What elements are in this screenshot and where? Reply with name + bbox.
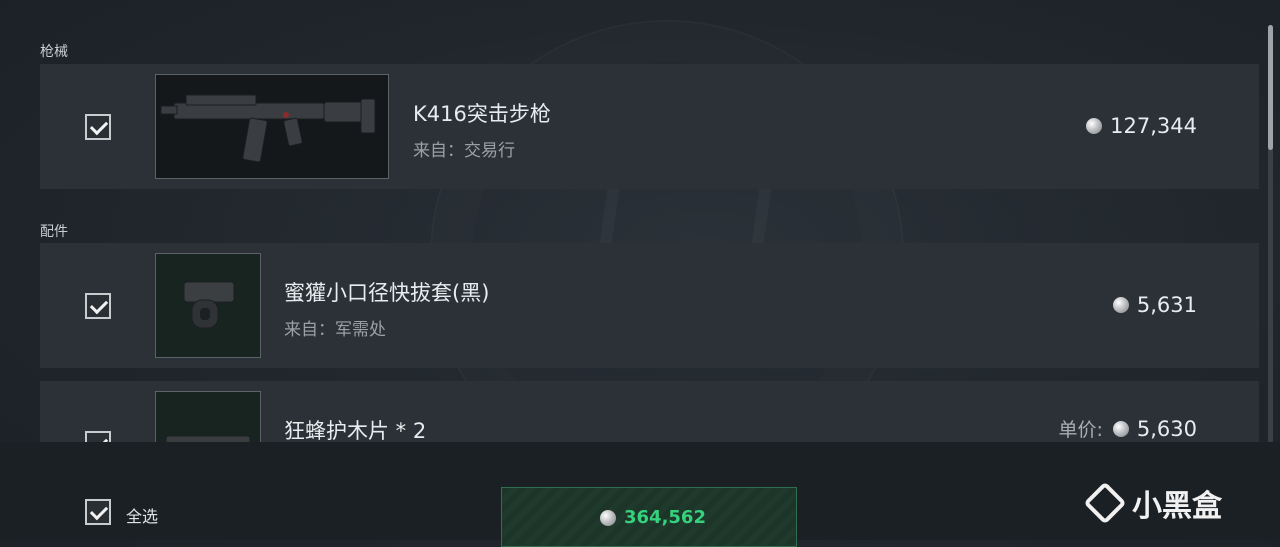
- watermark: 小黑盒: [1083, 481, 1222, 525]
- muzzle-image: [155, 253, 261, 358]
- scrollbar[interactable]: [1268, 25, 1273, 443]
- item-name: 狂蜂护木片 * 2: [284, 419, 427, 442]
- coin-icon: [1112, 420, 1129, 437]
- total-value: 364,562: [624, 507, 706, 528]
- coin-icon: [1086, 118, 1103, 134]
- unit-price-label: 单价:: [1058, 419, 1103, 441]
- list-item[interactable]: 狂蜂护木片 * 2 单价: 5,630: [40, 381, 1259, 442]
- section-label-firearms: 枪械: [40, 44, 68, 60]
- item-source: 来自：军需处: [284, 320, 386, 340]
- purchase-total-button[interactable]: 364,562: [501, 487, 797, 547]
- item-price: 单价: 5,630: [1058, 415, 1197, 442]
- scrollbar-thumb[interactable]: [1268, 25, 1273, 150]
- price-value: 5,631: [1136, 293, 1197, 317]
- select-all-label[interactable]: 全选: [126, 503, 158, 527]
- item-list[interactable]: 枪械 K416突击步枪 来自：交易行 127,344 配件 蜜獾小口径快拔套(黑…: [0, 0, 1280, 442]
- item-price: 127,344: [1086, 114, 1197, 138]
- list-item[interactable]: K416突击步枪 来自：交易行 127,344: [40, 64, 1259, 189]
- item-checkbox[interactable]: [85, 431, 111, 442]
- handguard-image: [155, 391, 261, 442]
- item-checkbox[interactable]: [85, 114, 111, 140]
- heybox-logo-icon: [1083, 481, 1127, 525]
- item-name: K416突击步枪: [413, 102, 551, 126]
- total-price: 364,562: [600, 507, 706, 528]
- price-value: 127,344: [1110, 114, 1197, 138]
- rifle-image: [155, 74, 389, 179]
- item-checkbox[interactable]: [85, 293, 111, 319]
- watermark-text: 小黑盒: [1132, 489, 1222, 524]
- item-name: 蜜獾小口径快拔套(黑): [284, 281, 490, 305]
- coin-icon: [600, 509, 616, 526]
- select-all-checkbox[interactable]: [85, 499, 111, 525]
- price-value: 5,630: [1136, 416, 1197, 441]
- list-item[interactable]: 蜜獾小口径快拔套(黑) 来自：军需处 5,631: [40, 243, 1259, 368]
- item-price: 5,631: [1112, 293, 1197, 317]
- section-label-attachments: 配件: [40, 224, 68, 240]
- coin-icon: [1112, 297, 1129, 313]
- item-source: 来自：交易行: [413, 141, 515, 161]
